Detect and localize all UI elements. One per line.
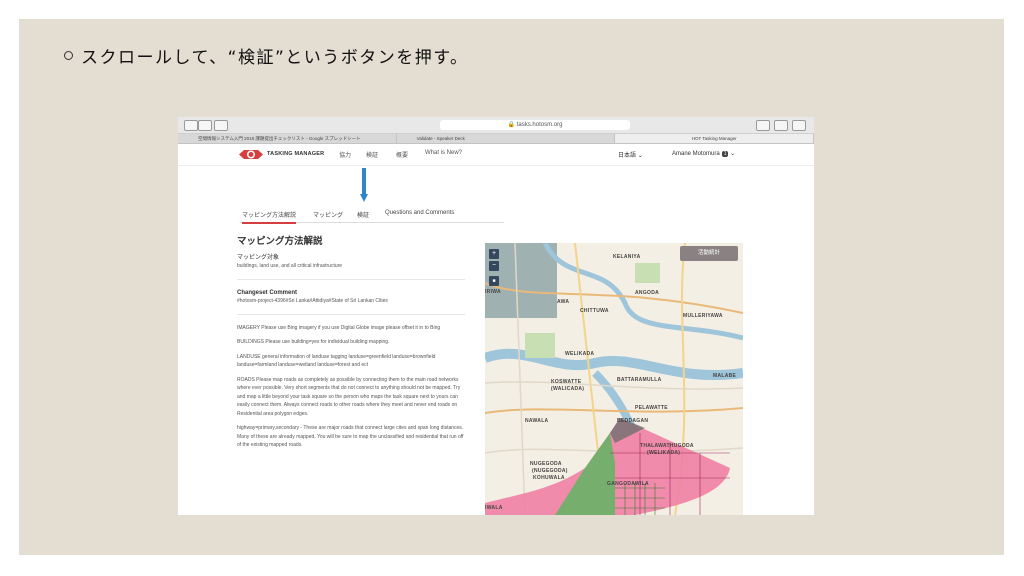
map-place-label: KOHUWALA (533, 475, 565, 481)
map-place-label: IWALA (485, 505, 503, 511)
map-place-label: (WALICADA) (551, 386, 585, 392)
browser-toolbar: 🔒 tasks.hotosm.org (178, 117, 814, 134)
notification-badge: 1 (721, 151, 729, 157)
browser-tab[interactable]: Validate - Speaker Deck (397, 134, 616, 143)
map-place-label: KOSWATTE (551, 379, 582, 385)
map-place-label: WELIKADA (565, 351, 595, 357)
browser-screenshot: 🔒 tasks.hotosm.org 空間情報システム入門 2018 課題提出チ… (178, 117, 814, 515)
url-text: tasks.hotosm.org (516, 122, 563, 128)
down-arrow-icon (360, 168, 368, 202)
nav-contribute[interactable]: 協力 (339, 150, 351, 159)
map-canvas[interactable] (485, 243, 743, 515)
map-place-label: AWA (557, 299, 570, 305)
map-place-label: ANGODA (635, 290, 660, 296)
tab-questions-comments[interactable]: Questions and Comments (385, 210, 454, 216)
site-navbar: TASKING MANAGER 協力 検証 概要 What is New? 日本… (178, 144, 814, 166)
bullet-icon (64, 51, 73, 60)
instruction-text: スクロールして、“検証”というボタンを押す。 (81, 48, 469, 68)
browser-tabs: 空間情報システム入門 2018 課題提出チェックリスト - Google スプレ… (178, 134, 814, 144)
map-place-label: PELAWATTE (635, 405, 668, 411)
instruction-paragraph: ROADS Please map roads as completely as … (237, 376, 461, 417)
map-place-label: MULLERIYAWA (683, 313, 723, 319)
tab-mapping[interactable]: マッピング (313, 210, 343, 219)
divider (237, 313, 465, 315)
share-icon[interactable] (774, 120, 788, 131)
user-name: Amane Motomura (672, 151, 720, 157)
changeset-title: Changeset Comment (237, 289, 298, 296)
map-place-label: NAWALA (525, 418, 549, 424)
browser-tab-active[interactable]: HOT Tasking Manager (615, 134, 814, 143)
map-place-label: CHITTUWA (580, 308, 609, 314)
sidebar-icon[interactable] (214, 120, 228, 131)
instruction-line: スクロールして、“検証”というボタンを押す。 (64, 43, 469, 68)
map-place-label: NUGEGODA (530, 461, 562, 467)
map-place-label: (WELIKADA) (647, 450, 681, 456)
chevron-down-icon: ⌄ (730, 151, 736, 157)
map-place-label: GANGODAWILA (607, 481, 649, 487)
instruction-paragraph: IMAGERY Please use Bing imagery if you u… (237, 324, 441, 331)
nav-validate[interactable]: 検証 (366, 150, 378, 159)
chevron-down-icon: ⌄ (637, 153, 643, 159)
back-icon[interactable] (184, 120, 198, 131)
brand-name[interactable]: TASKING MANAGER (267, 151, 324, 157)
instructions-title: マッピング方法解説 (237, 236, 323, 247)
zoom-out-button[interactable]: − (489, 261, 499, 271)
language-label: 日本語 (618, 153, 637, 159)
target-label: マッピング対象 (237, 254, 280, 261)
target-value: buildings, land use, and all critical in… (237, 263, 343, 269)
instruction-paragraph: highway=primary,secondary - These are ma… (237, 425, 464, 448)
language-select[interactable]: 日本語 ⌄ (618, 150, 643, 159)
forward-icon[interactable] (198, 120, 212, 131)
lock-icon: 🔒 (507, 122, 516, 128)
map-place-label: THALAWATHUGODA (640, 443, 694, 449)
instruction-paragraph: LANDUSE general information of landuse t… (237, 353, 436, 369)
map-place-label: MALABE (713, 373, 737, 379)
changeset-value: #hotosm-project-4396#Sri Lanka#Attidiya#… (237, 298, 388, 304)
nav-about[interactable]: 概要 (396, 150, 408, 159)
hot-logo-icon[interactable] (239, 148, 263, 161)
layers-button[interactable]: ■ (489, 276, 499, 286)
map-place-label: BATTARAMULLA (617, 377, 662, 383)
map-place-label: (NUGEGODA) (532, 468, 568, 474)
user-menu[interactable]: Amane Motomura 1 ⌄ (672, 150, 735, 157)
divider (237, 278, 465, 280)
project-tabs: マッピング方法解説 マッピング 検証 Questions and Comment… (240, 209, 504, 224)
map-place-label: IRIWA (485, 289, 501, 295)
tab-instructions[interactable]: マッピング方法解説 (242, 210, 297, 224)
zoom-in-button[interactable]: + (489, 249, 499, 259)
map-place-label: BEDDAGAN (617, 418, 649, 424)
download-icon[interactable] (756, 120, 770, 131)
tabs-overview-icon[interactable] (792, 120, 806, 131)
activity-stats-button[interactable]: 活動統計 (680, 246, 738, 261)
tab-validate[interactable]: 検証 (357, 210, 369, 219)
browser-tab[interactable]: 空間情報システム入門 2018 課題提出チェックリスト - Google スプレ… (178, 134, 397, 143)
project-map[interactable]: + − ■ 活動統計 KELANIYA IRIWA AWA ANGODA MUL… (485, 243, 743, 515)
map-place-label: KELANIYA (613, 254, 641, 260)
nav-whats-new[interactable]: What is New? (425, 150, 462, 156)
instruction-paragraph: BUILDINGS Please use building=yes for in… (237, 339, 390, 345)
instructions-panel: マッピング方法解説 マッピング対象 buildings, land use, a… (237, 236, 465, 456)
address-bar[interactable]: 🔒 tasks.hotosm.org (440, 120, 630, 130)
